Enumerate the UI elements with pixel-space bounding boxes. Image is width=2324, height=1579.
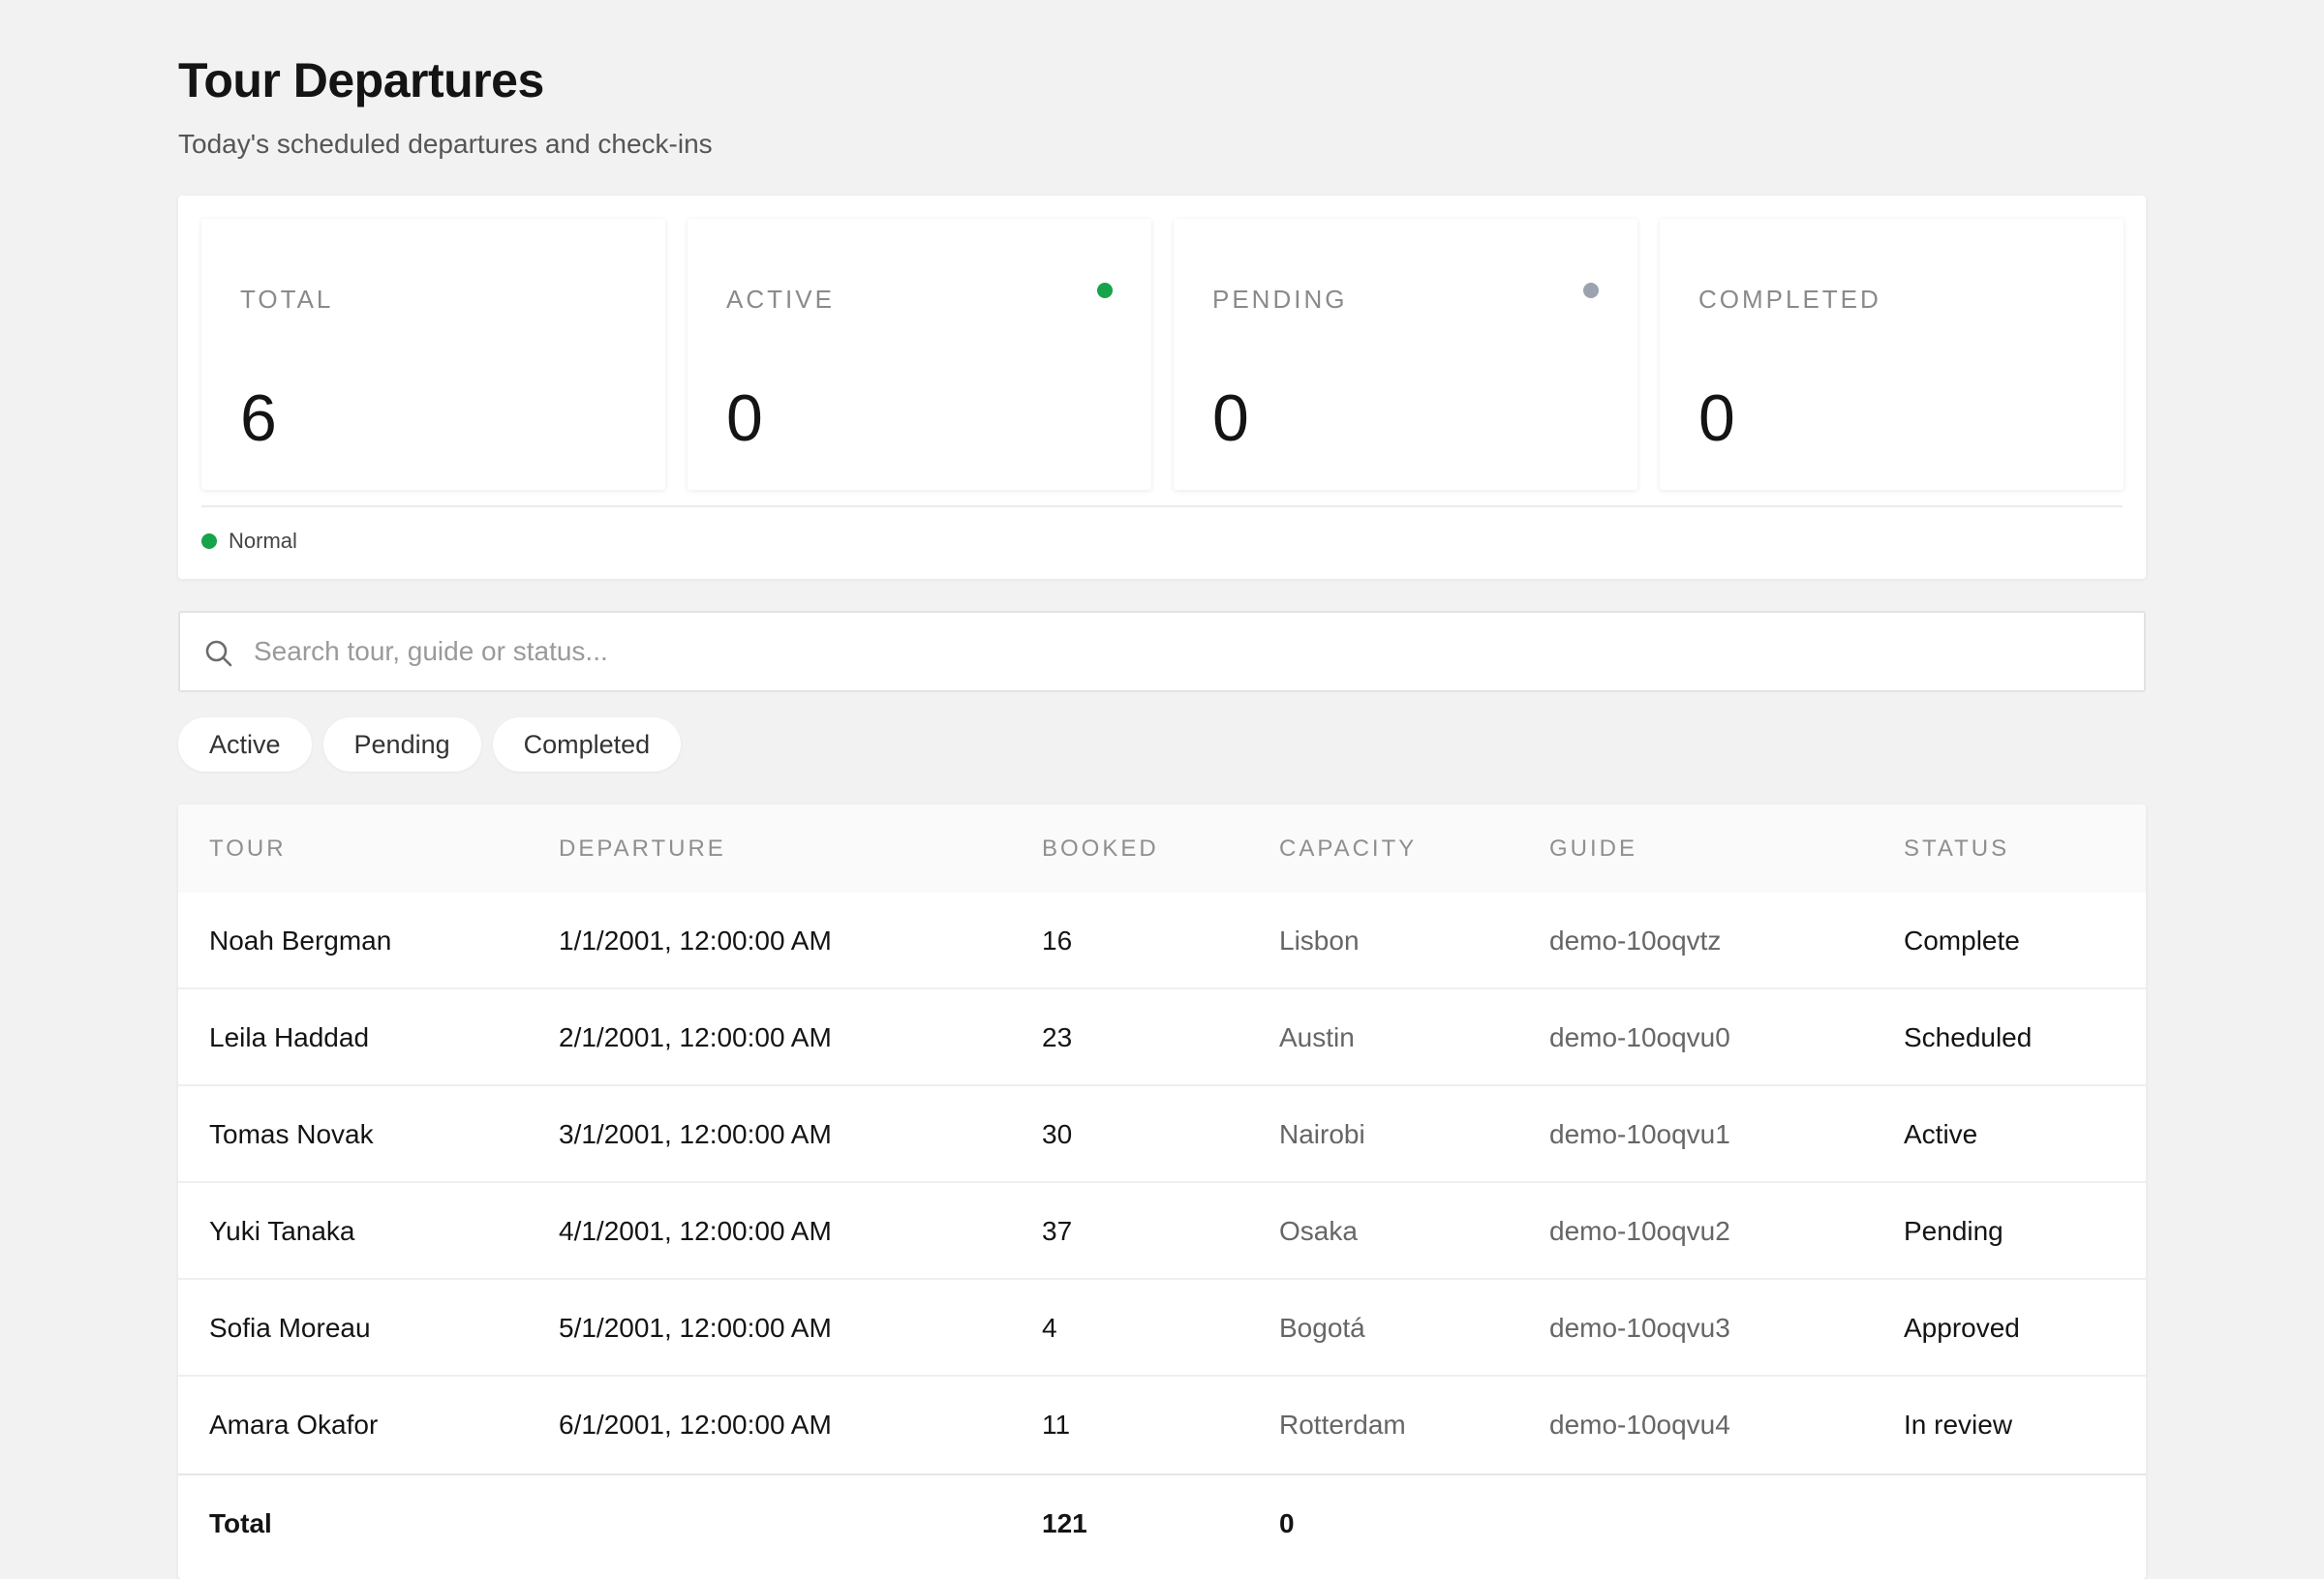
column-header-capacity[interactable]: CAPACITY [1279,805,1417,893]
column-header-booked[interactable]: BOOKED [1042,805,1159,893]
cell-tour: Yuki Tanaka [209,1216,355,1246]
cell-status: In review [1904,1410,2013,1440]
legend-dot-icon [201,533,217,549]
page-subtitle: Today's scheduled departures and check-i… [178,129,713,159]
stats-panel: TOTAL 6 ACTIVE 0 PENDING 0 COMPLETED 0 N… [178,196,2146,579]
stat-value: 0 [726,381,763,455]
cell-booked: 11 [1042,1410,1071,1440]
filter-chip-pending[interactable]: Pending [322,717,481,772]
stat-label: TOTAL [240,285,334,314]
cell-capacity: Nairobi [1279,1119,1365,1149]
cell-booked: 16 [1042,926,1073,956]
cell-status: Scheduled [1904,1022,2033,1052]
table-row[interactable]: Noah Bergman 1/1/2001, 12:00:00 AM 16 Li… [178,893,2146,989]
status-dot-icon [1583,283,1599,298]
cell-tour: Tomas Novak [209,1119,374,1149]
legend: Normal [201,525,297,558]
filter-chip-active[interactable]: Active [178,717,312,772]
column-header-tour[interactable]: TOUR [209,805,287,893]
stat-card-pending: PENDING 0 [1174,219,1637,490]
search-input[interactable] [254,613,2123,690]
table-row[interactable]: Leila Haddad 2/1/2001, 12:00:00 AM 23 Au… [178,989,2146,1086]
cell-departure: 6/1/2001, 12:00:00 AM [559,1410,832,1440]
departures-table: TOUR DEPARTURE BOOKED CAPACITY GUIDE STA… [178,805,2146,1579]
search-box[interactable] [178,611,2146,692]
footer-booked-total: 121 [1042,1508,1087,1538]
stat-card-active: ACTIVE 0 [688,219,1151,490]
column-header-status[interactable]: STATUS [1904,805,2009,893]
cell-guide: demo-10oqvu1 [1549,1119,1730,1149]
search-icon [205,640,232,667]
cell-departure: 3/1/2001, 12:00:00 AM [559,1119,832,1149]
cell-guide: demo-10oqvu4 [1549,1410,1730,1440]
table-header: TOUR DEPARTURE BOOKED CAPACITY GUIDE STA… [178,805,2146,893]
stat-value: 0 [1698,381,1735,455]
column-header-guide[interactable]: GUIDE [1549,805,1637,893]
footer-capacity-total: 0 [1279,1508,1295,1538]
footer-total-label: Total [209,1508,272,1538]
cell-guide: demo-10oqvtz [1549,926,1722,956]
cell-tour: Noah Bergman [209,926,392,956]
table-row[interactable]: Amara Okafor 6/1/2001, 12:00:00 AM 11 Ro… [178,1377,2146,1473]
cell-tour: Sofia Moreau [209,1313,371,1343]
stat-label: PENDING [1212,285,1348,314]
status-dot-icon [1097,283,1113,298]
page-title: Tour Departures [178,53,544,107]
cell-guide: demo-10oqvu0 [1549,1022,1730,1052]
cell-capacity: Rotterdam [1279,1410,1406,1440]
cell-booked: 30 [1042,1119,1073,1149]
cell-booked: 4 [1042,1313,1057,1343]
cell-status: Complete [1904,926,2020,956]
stat-label: COMPLETED [1698,285,1881,314]
stat-label: ACTIVE [726,285,835,314]
cell-departure: 4/1/2001, 12:00:00 AM [559,1216,832,1246]
table-row[interactable]: Yuki Tanaka 4/1/2001, 12:00:00 AM 37 Osa… [178,1183,2146,1280]
stat-value: 6 [240,381,277,455]
table-footer: Total 121 0 [178,1473,2146,1570]
filter-chips: Active Pending Completed [178,717,692,772]
cell-booked: 37 [1042,1216,1073,1246]
cell-guide: demo-10oqvu3 [1549,1313,1730,1343]
cell-capacity: Bogotá [1279,1313,1365,1343]
stat-card-total: TOTAL 6 [201,219,665,490]
cell-status: Approved [1904,1313,2020,1343]
column-header-departure[interactable]: DEPARTURE [559,805,726,893]
divider [201,505,2123,507]
filter-chip-completed[interactable]: Completed [492,717,682,772]
cell-departure: 1/1/2001, 12:00:00 AM [559,926,832,956]
cell-departure: 2/1/2001, 12:00:00 AM [559,1022,832,1052]
cell-status: Pending [1904,1216,2003,1246]
table-row[interactable]: Sofia Moreau 5/1/2001, 12:00:00 AM 4 Bog… [178,1280,2146,1377]
stat-card-completed: COMPLETED 0 [1660,219,2124,490]
table-row[interactable]: Tomas Novak 3/1/2001, 12:00:00 AM 30 Nai… [178,1086,2146,1183]
legend-label: Normal [229,529,297,553]
stat-value: 0 [1212,381,1249,455]
cell-booked: 23 [1042,1022,1073,1052]
cell-guide: demo-10oqvu2 [1549,1216,1730,1246]
cell-tour: Amara Okafor [209,1410,379,1440]
cell-capacity: Osaka [1279,1216,1358,1246]
cell-departure: 5/1/2001, 12:00:00 AM [559,1313,832,1343]
cell-tour: Leila Haddad [209,1022,370,1052]
cell-status: Active [1904,1119,1978,1149]
cell-capacity: Austin [1279,1022,1355,1052]
cell-capacity: Lisbon [1279,926,1360,956]
